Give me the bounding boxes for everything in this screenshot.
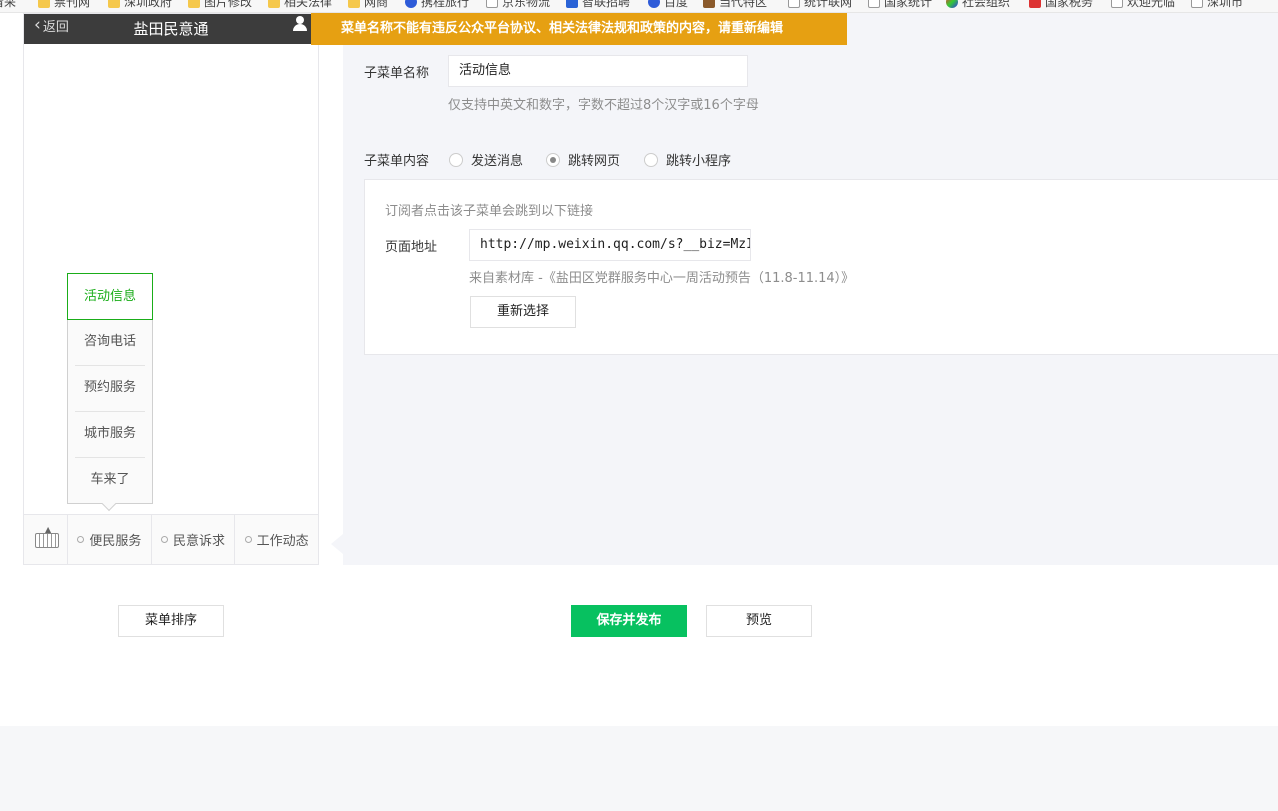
url-input[interactable]: http://mp.weixin.qq.com/s?__biz=MzI2 xyxy=(469,229,751,261)
submenu-item-city-service[interactable]: 城市服务 xyxy=(68,411,152,457)
folder-icon xyxy=(348,0,360,8)
person-icon[interactable] xyxy=(292,15,308,33)
bookmark-item[interactable]: 京东物流 xyxy=(486,0,550,10)
link-description: 订阅者点击该子菜单会跳到以下链接 xyxy=(385,204,594,219)
bookmark-item[interactable]: 图片修改 xyxy=(188,0,252,10)
bookmark-item[interactable]: 百度 xyxy=(648,0,688,10)
phone-preview: ‹ 返回 盐田民意通 活动信息 咨询电话 预约服务 城市服务 车来了 ▲ 便民服… xyxy=(23,13,319,565)
radio-circle xyxy=(644,152,658,167)
sort-menu-button[interactable]: 菜单排序 xyxy=(118,605,224,637)
bookmark-item[interactable]: 统计联网 xyxy=(788,0,852,10)
submenu-item-activity[interactable]: 活动信息 xyxy=(67,273,153,320)
magazine-icon xyxy=(703,0,715,8)
page-icon xyxy=(788,0,800,8)
travel-icon xyxy=(405,0,417,8)
reselect-button[interactable]: 重新选择 xyxy=(470,296,576,328)
account-title: 盐田民意通 xyxy=(133,20,209,38)
url-label: 页面地址 xyxy=(385,240,438,255)
page-icon xyxy=(868,0,880,8)
folder-icon xyxy=(188,0,200,8)
source-text: 来自素材库 -《盐田区党群服务中心一周活动预告（11.8-11.14）》 xyxy=(469,271,855,286)
folder-icon xyxy=(38,0,50,8)
bookmark-item[interactable]: 携程旅行 xyxy=(405,0,469,10)
baidu-icon xyxy=(648,0,660,8)
page-icon xyxy=(1191,0,1203,8)
bookmark-item[interactable]: 深圳政府 xyxy=(108,0,172,10)
radio-jump-webpage[interactable]: 跳转网页 xyxy=(546,150,620,169)
radio-send-message[interactable]: 发送消息 xyxy=(449,150,523,169)
submenu-list: 活动信息 咨询电话 预约服务 城市服务 车来了 xyxy=(67,273,153,512)
bookmark-item[interactable]: 智联招聘 xyxy=(566,0,630,10)
menu-bar: ▲ 便民服务 民意诉求 工作动态 xyxy=(24,514,318,564)
page-footer xyxy=(0,726,1278,811)
keyboard-toggle[interactable]: ▲ xyxy=(24,515,68,564)
submenu-name-label: 子菜单名称 xyxy=(364,66,430,81)
tax-icon xyxy=(1029,0,1041,8)
bookmark-item[interactable]: 票刊网 xyxy=(38,0,90,10)
bookmark-item[interactable]: 相关法律 xyxy=(268,0,332,10)
dot-icon xyxy=(244,536,252,543)
preview-button[interactable]: 预览 xyxy=(706,605,812,637)
folder-icon xyxy=(108,0,120,8)
warning-banner: 菜单名称不能有违反公众平台协议、相关法律法规和政策的内容，请重新编辑 xyxy=(311,13,847,45)
bookmark-item[interactable]: 欢迎光临 xyxy=(1111,0,1175,10)
bookmark-item[interactable]: 网商 xyxy=(348,0,388,10)
bookmark-item[interactable]: 当代特区 xyxy=(703,0,767,10)
phone-header: ‹ 返回 盐田民意通 xyxy=(24,14,318,44)
dot-icon xyxy=(77,536,85,543)
menu-item-appeal[interactable]: 民意诉求 xyxy=(152,515,236,564)
radio-jump-miniprogram[interactable]: 跳转小程序 xyxy=(644,150,731,169)
page-icon xyxy=(1111,0,1123,8)
keyboard-icon xyxy=(35,533,59,548)
submenu-content-label: 子菜单内容 xyxy=(364,154,430,169)
bookmark-item[interactable]: 国家税务 xyxy=(1029,0,1093,10)
bookmark-item[interactable]: 社会组织 xyxy=(946,0,1010,10)
link-settings-box: 订阅者点击该子菜单会跳到以下链接 页面地址 http://mp.weixin.q… xyxy=(364,179,1278,355)
folder-icon xyxy=(268,0,280,8)
submenu-item-hotline[interactable]: 咨询电话 xyxy=(68,319,152,365)
panel-pointer xyxy=(331,534,343,554)
zhaopin-icon xyxy=(566,0,578,8)
bookmark-item[interactable]: 深圳市 xyxy=(1191,0,1243,10)
submenu-item-booking[interactable]: 预约服务 xyxy=(68,365,152,411)
submenu-name-input[interactable]: 活动信息 xyxy=(448,55,748,87)
submenu-name-hint: 仅支持中英文和数字，字数不超过8个汉字或16个字母 xyxy=(448,98,759,113)
bookmarks-bar: 看采 票刊网 深圳政府 图片修改 相关法律 网商 携程旅行 京东物流 智联招聘 … xyxy=(0,0,1278,13)
bookmark-item[interactable]: 看采 xyxy=(0,0,16,10)
radio-circle xyxy=(449,152,463,167)
bookmark-item[interactable]: 国家统计 xyxy=(868,0,932,10)
radio-circle-checked xyxy=(546,152,560,167)
dot-icon xyxy=(161,536,168,543)
menu-item-convenience[interactable]: 便民服务 xyxy=(68,515,152,564)
save-publish-button[interactable]: 保存并发布 xyxy=(571,605,687,637)
org-icon xyxy=(946,0,958,8)
menu-item-news[interactable]: 工作动态 xyxy=(235,515,318,564)
page-icon xyxy=(486,0,498,8)
submenu-item-bus[interactable]: 车来了 xyxy=(68,457,152,503)
